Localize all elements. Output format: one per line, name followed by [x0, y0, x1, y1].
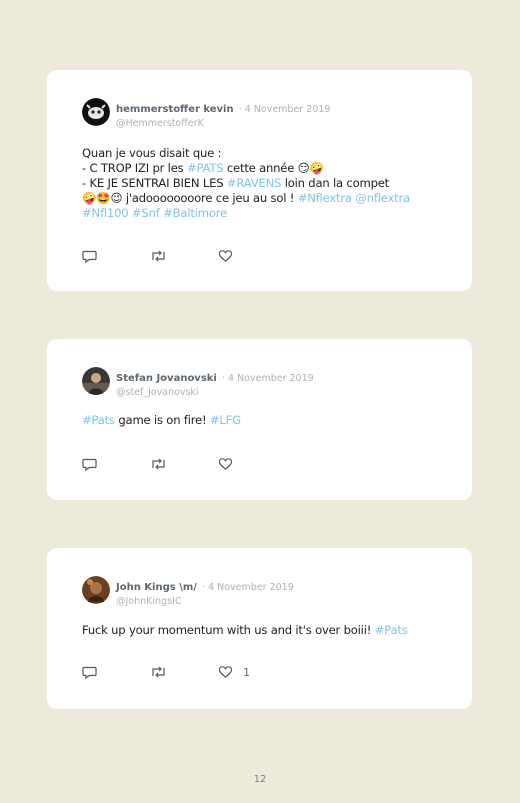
text-line: - KE JE SENTRAI BIEN LES #RAVENS loin da…: [82, 176, 450, 191]
text-span: Fuck up your momentum with us and it's o…: [82, 623, 375, 637]
retweet-button[interactable]: [150, 248, 167, 264]
reply-icon: [82, 250, 97, 263]
like-count: 1: [243, 665, 250, 679]
hashtag-link[interactable]: #Nflextra: [298, 191, 352, 205]
text-line: #Nfl100 #Snf #Baltimore: [82, 206, 450, 221]
reply-icon: [82, 666, 97, 679]
like-button[interactable]: [218, 456, 243, 472]
tweet-card: hemmerstoffer kevin · 4 November 2019 @H…: [47, 70, 472, 291]
mention-link[interactable]: @nflextra: [355, 191, 410, 205]
retweet-icon: [152, 666, 165, 678]
tweet-actions: [82, 456, 282, 472]
text-line: Quan je vous disait que :: [82, 146, 450, 161]
like-button[interactable]: [218, 248, 243, 264]
like-button[interactable]: 1: [218, 664, 250, 680]
author-name[interactable]: John Kings \m/: [116, 582, 197, 593]
text-span: - C TROP IZI pr les: [82, 161, 187, 175]
text-span: Quan je vous disait que :: [82, 146, 222, 160]
tweet-actions: [82, 248, 282, 264]
reply-button[interactable]: [82, 664, 97, 680]
hashtag-link[interactable]: #Pats: [82, 413, 115, 427]
hashtag-link[interactable]: #LFG: [210, 413, 241, 427]
text-line: - C TROP IZI pr les #PATS cette année 😏🤪: [82, 161, 450, 176]
heart-icon: [218, 666, 233, 678]
author-handle[interactable]: @stef_jovanovski: [116, 386, 462, 400]
text-line: 🤪🤩😉 j'adoooooooore ce jeu au sol ! #Nfle…: [82, 191, 450, 206]
reply-icon: [82, 458, 97, 471]
tweet-text: #Pats game is on fire! #LFG: [82, 413, 450, 428]
text-span: 🤪🤩😉 j'adoooooooore ce jeu au sol !: [82, 191, 298, 205]
retweet-button[interactable]: [150, 664, 167, 680]
tweet-header: Stefan Jovanovski · 4 November 2019 @ste…: [116, 369, 462, 400]
tweet-text: Fuck up your momentum with us and it's o…: [82, 623, 450, 638]
tweet-card: John Kings \m/ · 4 November 2019 @JohnKi…: [47, 548, 472, 709]
tweet-date: · 4 November 2019: [202, 582, 294, 593]
hashtag-link[interactable]: #Baltimore: [163, 206, 227, 220]
tweet-header: John Kings \m/ · 4 November 2019 @JohnKi…: [116, 578, 462, 609]
author-handle[interactable]: @HemmerstofferK: [116, 117, 462, 131]
reply-button[interactable]: [82, 248, 97, 264]
avatar[interactable]: [82, 98, 110, 126]
retweet-button[interactable]: [150, 456, 167, 472]
text-span: loin dan la compet: [281, 176, 390, 190]
hashtag-link[interactable]: #Nfl100: [82, 206, 129, 220]
text-span: cette année 😏🤪: [223, 161, 324, 175]
tweet-date: · 4 November 2019: [238, 104, 331, 115]
hashtag-link[interactable]: #RAVENS: [227, 176, 282, 190]
author-handle[interactable]: @JohnKingsIC: [116, 595, 462, 609]
text-span: - KE JE SENTRAI BIEN LES: [82, 176, 227, 190]
text-span: game is on fire!: [114, 413, 210, 427]
heart-icon: [218, 458, 233, 470]
hashtag-link[interactable]: #Snf: [132, 206, 160, 220]
tweet-date: · 4 November 2019: [221, 373, 314, 384]
author-name[interactable]: Stefan Jovanovski: [116, 373, 217, 384]
hashtag-link[interactable]: #PATS: [187, 161, 224, 175]
avatar[interactable]: [82, 367, 110, 395]
tweet-header: hemmerstoffer kevin · 4 November 2019 @H…: [116, 100, 462, 131]
author-name[interactable]: hemmerstoffer kevin: [116, 104, 234, 115]
retweet-icon: [152, 250, 165, 262]
tweet-actions: 1: [82, 664, 282, 680]
reply-button[interactable]: [82, 456, 97, 472]
avatar[interactable]: [82, 576, 110, 604]
heart-icon: [218, 250, 233, 262]
page-number: 12: [253, 774, 267, 785]
tweet-card: Stefan Jovanovski · 4 November 2019 @ste…: [47, 339, 472, 500]
hashtag-link[interactable]: #Pats: [375, 623, 408, 637]
retweet-icon: [152, 458, 165, 470]
tweet-text: Quan je vous disait que : - C TROP IZI p…: [82, 146, 450, 221]
